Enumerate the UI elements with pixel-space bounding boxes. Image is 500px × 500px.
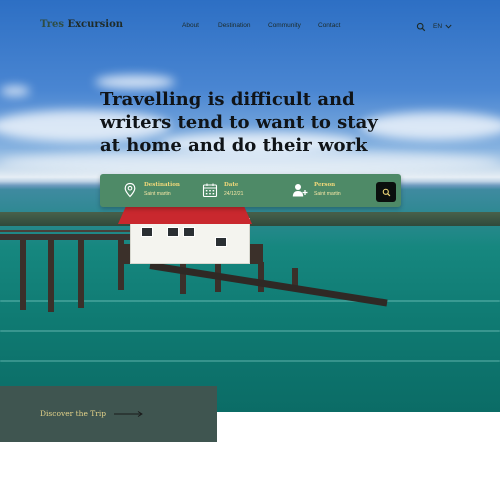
pier-post bbox=[20, 240, 26, 310]
nav-community[interactable]: Community bbox=[268, 22, 301, 29]
search-button[interactable] bbox=[376, 182, 396, 202]
date-field[interactable]: Date 24/12/21 bbox=[202, 182, 243, 198]
add-person-icon bbox=[292, 184, 308, 197]
water-ripple bbox=[0, 330, 500, 332]
discover-trip-panel bbox=[0, 386, 217, 442]
language-selector[interactable]: EN bbox=[433, 23, 452, 30]
boathouse-window bbox=[183, 227, 195, 237]
person-value: Saint martin bbox=[314, 191, 341, 197]
destination-field[interactable]: Destination Saint martin bbox=[122, 182, 180, 198]
search-icon[interactable] bbox=[416, 22, 426, 32]
date-value: 24/12/21 bbox=[224, 191, 244, 197]
person-label: Person bbox=[314, 182, 336, 188]
language-label: EN bbox=[433, 23, 443, 30]
boathouse-window bbox=[141, 227, 153, 237]
nav-destination[interactable]: Destination bbox=[218, 22, 251, 29]
chevron-down-icon bbox=[445, 24, 452, 29]
cloud bbox=[0, 86, 30, 96]
search-icon bbox=[382, 188, 390, 196]
nav-about[interactable]: About bbox=[182, 22, 199, 29]
pier-post bbox=[48, 240, 54, 312]
brand-part-2: Excursion bbox=[67, 19, 124, 30]
hero-headline: Travelling is difficult and writers tend… bbox=[100, 89, 378, 156]
cloud bbox=[95, 75, 175, 89]
boathouse-roof bbox=[118, 206, 252, 224]
water-ripple bbox=[0, 360, 500, 362]
destination-value: Saint martin bbox=[144, 191, 171, 197]
location-pin-icon bbox=[124, 182, 136, 198]
pier-rail bbox=[0, 230, 130, 232]
boathouse-window bbox=[167, 227, 179, 237]
pier-post bbox=[78, 240, 84, 308]
search-bar: Destination Saint martin Date 24/12/21 P… bbox=[100, 174, 401, 207]
calendar-icon bbox=[202, 183, 218, 198]
person-field[interactable]: Person Saint martin bbox=[292, 182, 341, 198]
boathouse bbox=[130, 218, 250, 264]
arrow-right-icon[interactable] bbox=[114, 410, 144, 418]
nav-contact[interactable]: Contact bbox=[318, 22, 340, 29]
boathouse-window bbox=[215, 237, 227, 247]
discover-trip-link[interactable]: Discover the Trip bbox=[40, 409, 106, 418]
pier-post bbox=[258, 262, 264, 292]
destination-label: Destination bbox=[144, 182, 180, 188]
water-ripple bbox=[0, 300, 500, 302]
brand-part-1: Tres bbox=[40, 19, 68, 30]
brand-logo[interactable]: Tres Excursion bbox=[40, 19, 123, 30]
date-label: Date bbox=[224, 182, 239, 188]
